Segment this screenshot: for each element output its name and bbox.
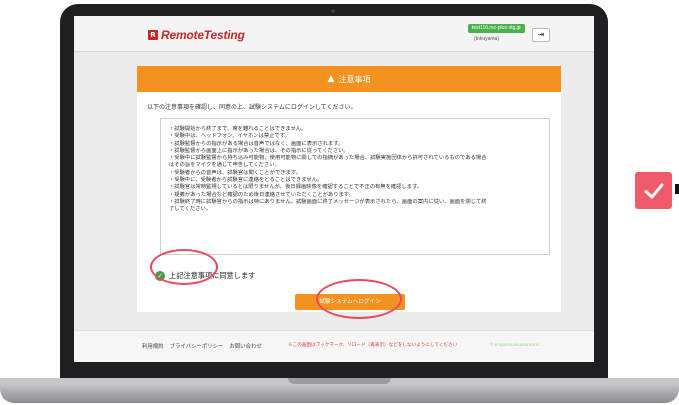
footer-warning: ※この画面はブックマーク、リロード（再表示）などをしないようにしてください [288,342,458,347]
annotation-ring-agree [150,249,218,285]
app-footer: 利用規約 プライバシーポリシー お問い合わせ ※この画面はブックマーク、リロード… [74,330,594,362]
footer-link-terms[interactable]: 利用規約 [142,342,164,350]
footer-links: 利用規約 プライバシーポリシー お問い合わせ [142,342,262,350]
rule-line: ・試験官は常時監視しているとは限りませんが、後日録画映像を確認することで不正の有… [169,184,423,191]
notice-panel-header: ▲ 注意事項 [137,66,561,92]
annotation-ring-login [316,279,402,319]
rule-line: ・試験終了時に試験官からの指示は特にありません。試験画面に終了メッセージが表示さ… [169,198,487,205]
footer-copyright: © e-communications.inc. [490,342,541,347]
footer-link-privacy[interactable]: プライバシーポリシー [170,342,224,350]
camera-dot [331,9,335,13]
rule-line: ・試験監督からの指示がある場合は音声ではなく、画面に表示されます。 [169,140,344,147]
notice-intro: 以下の注意事項を確認し、同意の上、試験システムにログインしてください。 [147,105,357,111]
notice-title: 注意事項 [338,74,371,84]
remote-testing-logo: R RemoteTesting [148,28,245,42]
rule-line: 了してください。 [169,206,212,213]
logout-button[interactable]: ⇥ [532,28,550,42]
rules-box[interactable]: ・試験開始から終了まで、席を離れることはできません。 ・受験中は、ヘッドフォン、… [160,118,550,255]
laptop-notch [288,378,391,384]
edge-fragment [675,184,679,194]
rule-line: はその旨をマイクを通じて申告してください。 [169,162,280,169]
warning-icon: ▲ [327,74,335,84]
footer-link-contact[interactable]: お問い合わせ [229,342,261,350]
logout-icon: ⇥ [537,30,545,39]
checkmark-icon [644,183,663,198]
rule-line: ・受験者からの音声は、試験官は聞くことができます。 [169,169,301,176]
rule-line: ・疑義があった場合など確認のため後日連絡させていただくことがあります。 [169,191,354,198]
logo-mark: R [148,30,158,40]
checkmark-tile [635,172,672,209]
rule-line: ・受験中は、ヘッドフォン、イヤホンは禁止です。 [169,133,290,140]
username-label: (tokuyama) [474,36,500,42]
app-header: R RemoteTesting test116.rsc-plus-stg.jp … [74,16,594,52]
account-badge: test116.rsc-plus-stg.jp [468,24,525,33]
screenshot-stage: R RemoteTesting test116.rsc-plus-stg.jp … [0,0,679,405]
logo-text: RemoteTesting [161,28,245,42]
